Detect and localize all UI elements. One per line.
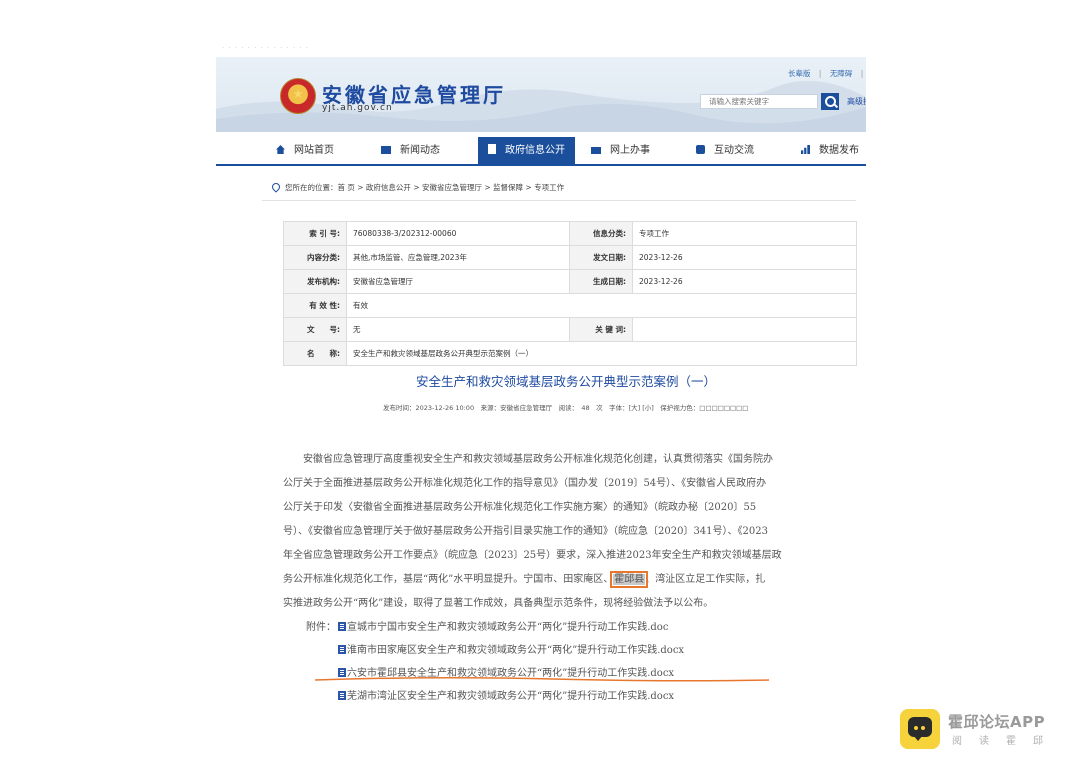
nav-label: 数据发布 [819,145,859,156]
meta-value: 安徽省应急管理厅 [346,269,570,294]
meta-label: 发文日期: [569,245,633,270]
meta-value: 其他,市场监管、应急管理,2023年 [346,245,570,270]
divider: | [818,69,822,78]
nav-home[interactable]: 网站首页 [276,137,334,164]
meta-label: 发布机构: [283,269,347,294]
attachment-link[interactable]: 宣城市宁国市安全生产和救灾领域政务公开“两化”提升行动工作实践.doc [338,618,668,633]
browser-toolbar-strip: · · · · · · · · · · · · · · [222,44,310,52]
top-links: 长辈版 | 无障碍 | 登 [788,68,866,79]
meta-label: 文 号: [283,317,347,342]
nav-data[interactable]: 数据发布 [801,137,859,164]
meta-value: 有效 [346,293,857,318]
table-row: 内容分类: 其他,市场监管、应急管理,2023年 发文日期: 2023-12-2… [283,245,857,270]
attachment-link[interactable]: 芜湖市湾沚区安全生产和救灾领域政务公开“两化”提升行动工作实践.docx [338,687,674,702]
text-segment: 、湾沚区立足工作实际，扎 [645,574,766,585]
table-row: 发布机构: 安徽省应急管理厅 生成日期: 2023-12-26 [283,269,857,294]
news-icon [381,146,391,154]
table-row: 名 称: 安全生产和救灾领域基层政务公开典型示范案例（一） [283,341,857,366]
word-file-icon [338,622,346,631]
table-row: 文 号: 无 关 键 词: [283,317,857,342]
nav-gov-info[interactable]: 政府信息公开 [478,137,575,164]
meta-value: 2023-12-26 [632,245,857,270]
meta-value [632,317,857,342]
word-file-icon [338,645,346,654]
advanced-search-link[interactable]: 高级搜索 [847,96,866,107]
watermark-subtitle: 阅读霍邱 [952,736,1060,747]
article-title: 安全生产和救灾领域基层政务公开典型示范案例（一） [415,374,716,389]
divider [262,200,856,201]
attachments-label: 附件： [306,622,336,633]
meta-value: 安全生产和救灾领域基层政务公开典型示范案例（一） [346,341,857,366]
divider: | [860,69,864,78]
word-file-icon [338,691,346,700]
app-logo-icon [900,709,940,749]
elder-mode-link[interactable]: 长辈版 [788,69,811,78]
nav-online-services[interactable]: 网上办事 [591,137,650,164]
nav-label: 网站首页 [294,145,334,156]
search-button[interactable] [821,93,839,110]
document-meta-table: 索 引 号: 76080338-3/202312-00060 信息分类: 专项工… [283,221,857,366]
hand-drawn-underline [314,676,770,682]
home-icon [276,145,285,154]
paragraph-line: 务公开标准化规范化工作，基层“两化”水平明显提升。宁国市、田家庵区、霍邱县、湾沚… [283,570,766,588]
meta-label: 有 效 性: [283,293,347,318]
nav-label: 新闻动态 [400,145,440,156]
paragraph-line: 公厅关于全面推进基层政务公开标准化规范化工作的指导意见》（国办发〔2019〕54… [283,478,767,489]
location-pin-icon [270,181,282,193]
meta-value: 专项工作 [632,221,857,246]
attachment-name[interactable]: 淮南市田家庵区安全生产和救灾领域政务公开“两化”提升行动工作实践.docx [347,645,684,656]
meta-label: 信息分类: [569,221,633,246]
table-row: 有 效 性: 有效 [283,293,857,318]
national-emblem-icon[interactable] [280,78,316,114]
article-meta: 发布时间：2023-12-26 10:00 来源：安徽省应急管理厅 阅读： 48… [383,404,749,412]
webpage: 安徽省应急管理厅 yjt.ah.gov.cn 长辈版 | 无障碍 | 登 高级搜… [216,57,866,713]
chart-icon [801,145,810,154]
paragraph-line: 实推进政务公开“两化”建设，取得了显著工作成效，具备典型示范条件，现将经验做法予… [283,598,714,609]
meta-label: 索 引 号: [283,221,347,246]
breadcrumb: 您所在的位置：首 页 > 政府信息公开 > 安徽省应急管理厅 > 监督保障 > … [270,181,564,193]
dots-decoration [914,726,918,730]
site-domain: yjt.ah.gov.cn [322,103,393,113]
chat-icon [696,145,705,154]
computer-icon [591,147,601,154]
meta-label: 内容分类: [283,245,347,270]
paragraph-line: 年全省应急管理政务公开工作要点》（皖应急〔2023〕25号）要求，深入推进202… [283,550,782,561]
highlighted-text: 霍邱县 [610,571,649,588]
nav-label: 网上办事 [610,145,650,156]
search-input[interactable] [700,94,818,109]
site-header: 安徽省应急管理厅 yjt.ah.gov.cn 长辈版 | 无障碍 | 登 高级搜… [216,57,866,132]
search-icon [825,96,836,107]
meta-label: 名 称: [283,341,347,366]
text-segment: 务公开标准化规范化工作，基层“两化”水平明显提升。宁国市、田家庵区、 [283,574,614,585]
document-icon [488,144,496,154]
breadcrumb-text[interactable]: 您所在的位置：首 页 > 政府信息公开 > 安徽省应急管理厅 > 监督保障 > … [285,183,564,192]
attachment-link[interactable]: 淮南市田家庵区安全生产和救灾领域政务公开“两化”提升行动工作实践.docx [338,641,684,656]
accessibility-link[interactable]: 无障碍 [830,69,853,78]
attachment-name[interactable]: 芜湖市湾沚区安全生产和救灾领域政务公开“两化”提升行动工作实践.docx [347,691,674,702]
paragraph-line: 安徽省应急管理厅高度重视安全生产和救灾领域基层政务公开标准化规范化创建，认真贯彻… [283,454,773,465]
paragraph-line: 号）、《安徽省应急管理厅关于做好基层政务公开指引目录实施工作的通知》（皖应急〔2… [283,526,768,537]
nav-label: 政府信息公开 [505,145,565,156]
meta-value: 76080338-3/202312-00060 [346,221,570,246]
paragraph-line: 公厅关于印发〈安徽省全面推进基层政务公开标准化规范化工作实施方案〉的通知》（皖政… [283,502,757,513]
nav-label: 互动交流 [714,145,754,156]
nav-interaction[interactable]: 互动交流 [696,137,754,164]
meta-label: 生成日期: [569,269,633,294]
meta-value: 无 [346,317,570,342]
main-nav: 网站首页 新闻动态 政府信息公开 网上办事 互动交流 数据发布 [216,137,866,166]
meta-value: 2023-12-26 [632,269,857,294]
attachment-name[interactable]: 宣城市宁国市安全生产和救灾领域政务公开“两化”提升行动工作实践.doc [347,622,668,633]
meta-label: 关 键 词: [569,317,633,342]
nav-news[interactable]: 新闻动态 [381,137,440,164]
table-row: 索 引 号: 76080338-3/202312-00060 信息分类: 专项工… [283,221,857,246]
chat-bubble-icon [908,717,932,741]
watermark-name: 霍邱论坛APP [948,713,1046,731]
